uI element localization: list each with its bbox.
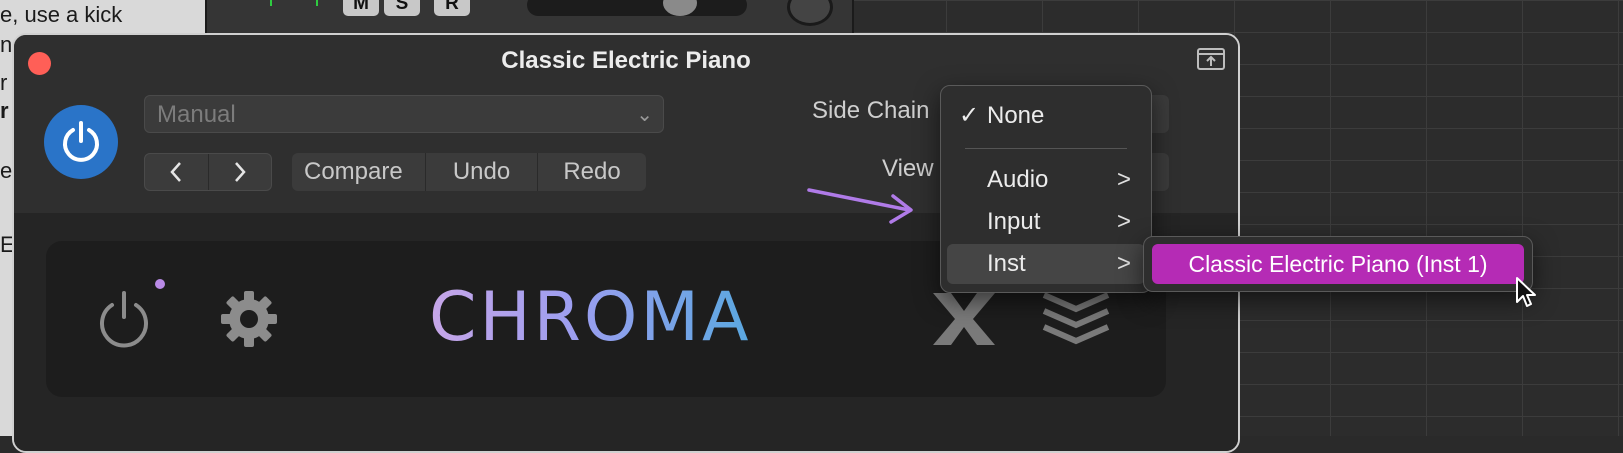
menu-item-audio[interactable]: Audio > xyxy=(947,160,1145,200)
chroma-power-icon[interactable] xyxy=(94,287,154,354)
preset-select[interactable]: Manual ⌄ xyxy=(144,95,664,133)
inst-submenu: Classic Electric Piano (Inst 1) xyxy=(1143,236,1533,292)
meter-tick xyxy=(316,0,318,6)
background-text: n xyxy=(0,32,13,57)
chevron-down-icon: ⌄ xyxy=(636,104,653,126)
edit-buttons: Compare Undo Redo xyxy=(292,153,646,191)
chroma-logo: CHROMA xyxy=(429,278,752,357)
previous-preset-button[interactable] xyxy=(145,154,208,190)
menu-item-label: None xyxy=(987,102,1045,129)
side-chain-menu: ✓ None Audio > Input > Inst > xyxy=(940,85,1152,293)
menu-item-label: Inst xyxy=(987,250,1026,277)
preset-nav xyxy=(144,153,272,191)
layers-icon[interactable] xyxy=(1038,287,1114,356)
submenu-item-classic-electric-piano[interactable]: Classic Electric Piano (Inst 1) xyxy=(1152,244,1524,284)
menu-item-inst[interactable]: Inst > xyxy=(947,244,1145,284)
meter-tick xyxy=(270,0,272,6)
menu-item-label: Audio xyxy=(987,166,1049,193)
background-text: e, use a kick xyxy=(0,2,123,27)
window-title: Classic Electric Piano xyxy=(501,47,751,74)
gear-icon[interactable] xyxy=(219,289,279,354)
redo-button[interactable]: Redo xyxy=(538,153,646,191)
menu-separator xyxy=(965,148,1127,149)
background-text: r xyxy=(0,70,8,95)
checkmark-icon: ✓ xyxy=(959,102,980,129)
background-text: r xyxy=(0,98,9,123)
chevron-left-icon xyxy=(170,162,182,182)
record-button[interactable]: R xyxy=(434,0,470,16)
side-chain-label: Side Chain xyxy=(812,97,930,124)
volume-slider[interactable] xyxy=(527,0,747,16)
close-x-icon[interactable] xyxy=(929,291,999,352)
float-window-icon[interactable] xyxy=(1197,47,1225,71)
chevron-right-icon: > xyxy=(1116,166,1131,193)
power-icon xyxy=(63,121,99,162)
bypass-power-button[interactable] xyxy=(44,105,118,179)
compare-button[interactable]: Compare xyxy=(292,153,426,191)
menu-item-none[interactable]: ✓ None xyxy=(947,96,1145,136)
menu-item-label: Input xyxy=(987,208,1041,235)
mouse-pointer-icon xyxy=(1515,276,1539,315)
mute-button[interactable]: M xyxy=(343,0,379,16)
undo-button[interactable]: Undo xyxy=(426,153,538,191)
background-text: e xyxy=(0,158,13,183)
chevron-right-icon xyxy=(234,162,246,182)
menu-item-input[interactable]: Input > xyxy=(947,202,1145,242)
annotation-arrow xyxy=(805,182,920,232)
status-indicator xyxy=(155,279,165,289)
next-preset-button[interactable] xyxy=(207,154,272,190)
chevron-right-icon: > xyxy=(1116,250,1131,277)
solo-button[interactable]: S xyxy=(384,0,420,16)
view-label: View xyxy=(882,155,934,182)
chevron-right-icon: > xyxy=(1116,208,1131,235)
preset-value: Manual xyxy=(157,101,236,128)
